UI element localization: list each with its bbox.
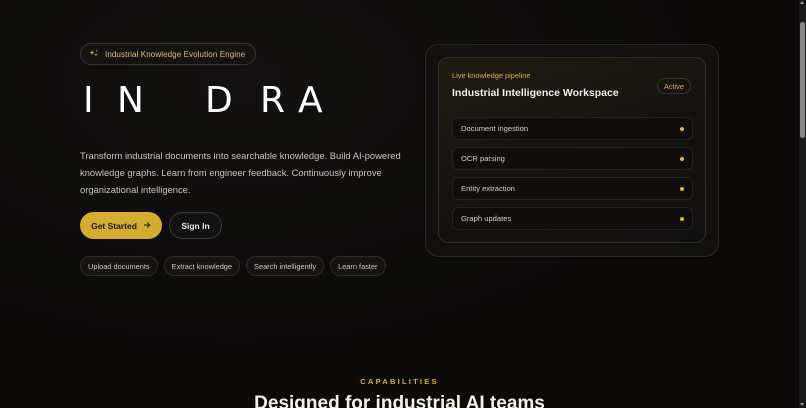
brand-wordmark: IN DRA	[83, 80, 328, 121]
workspace-kicker: Live knowledge pipeline	[452, 71, 531, 80]
arrow-right-icon	[143, 221, 151, 231]
pipeline-row-label: Document ingestion	[461, 124, 529, 133]
sign-in-button[interactable]: Sign In	[169, 212, 222, 239]
capabilities-kicker: CAPABILITIES	[360, 377, 439, 386]
brand-letter: R	[260, 80, 290, 121]
status-dot-icon	[680, 126, 684, 131]
brand-letter: N	[117, 80, 148, 121]
chip-learn-faster[interactable]: Learn faster	[330, 256, 386, 276]
chip-search-intelligently[interactable]: Search intelligently	[246, 256, 325, 276]
pipeline-row-label: Graph updates	[461, 214, 512, 223]
get-started-label: Get Started	[91, 220, 137, 231]
brand-letter: A	[298, 80, 327, 121]
hero-badge: Industrial Knowledge Evolution Engine	[80, 43, 257, 65]
chip-upload-documents[interactable]: Upload documents	[80, 256, 158, 276]
pipeline-row-graph-updates: Graph updates	[452, 207, 693, 230]
scroll-up-icon[interactable]	[800, 1, 804, 4]
hero-badge-text: Industrial Knowledge Evolution Engine	[105, 49, 246, 59]
pipeline-row-label: OCR parsing	[461, 154, 505, 163]
status-badge: Active	[656, 78, 691, 94]
brand-letter: D	[205, 80, 237, 121]
pipeline-row-entity-extraction: Entity extraction	[452, 177, 693, 200]
workspace-title: Industrial Intelligence Workspace	[452, 87, 619, 99]
page-scrollbar[interactable]	[799, 0, 806, 408]
pipeline-row-ocr-parsing: OCR parsing	[452, 147, 693, 170]
scrollbar-thumb[interactable]	[800, 22, 805, 138]
sign-in-label: Sign In	[181, 220, 210, 231]
scroll-down-icon[interactable]	[800, 403, 804, 406]
get-started-button[interactable]: Get Started	[80, 212, 162, 239]
workspace-card: Live knowledge pipeline Industrial Intel…	[438, 57, 706, 243]
chip-extract-knowledge[interactable]: Extract knowledge	[163, 256, 241, 276]
status-dot-icon	[680, 186, 684, 191]
feature-chips: Upload documents Extract knowledge Searc…	[80, 256, 386, 276]
brand-letter: I	[83, 80, 98, 121]
landing-page: Industrial Knowledge Evolution Engine IN…	[0, 0, 799, 408]
hero-description: Transform industrial documents into sear…	[80, 150, 401, 195]
capabilities-title: Designed for industrial AI teams	[254, 393, 545, 408]
pipeline-row-document-ingestion: Document ingestion	[452, 117, 693, 140]
status-dot-icon	[680, 216, 684, 221]
pipeline-row-label: Entity extraction	[461, 184, 516, 193]
status-dot-icon	[680, 156, 684, 161]
sparkle-icon	[89, 49, 99, 59]
